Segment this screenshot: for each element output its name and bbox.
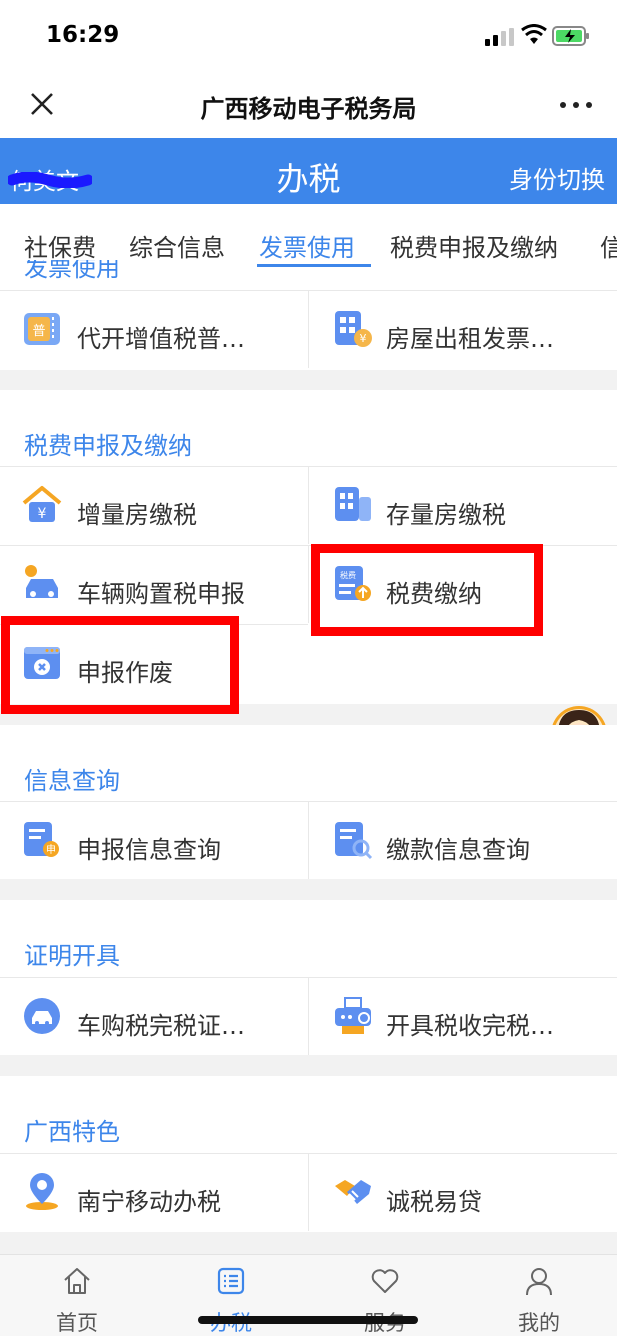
svg-text:普: 普: [32, 324, 45, 339]
section-certificate: 证明开具 车购税完税证… 开具税收完税…: [0, 900, 617, 1055]
existing-house-tax-icon: [335, 487, 371, 521]
home-indicator[interactable]: [198, 1316, 418, 1324]
service-item[interactable]: 存量房缴税: [308, 466, 617, 544]
tab-invoice-use[interactable]: 发票使用: [259, 228, 355, 263]
identity-switch-button[interactable]: 身份切换: [509, 160, 605, 195]
service-label: 增量房缴税: [77, 501, 197, 529]
section-title: 证明开具: [24, 942, 120, 970]
section-title: 信息查询: [24, 767, 120, 795]
highlight-box-declaration-void: [1, 616, 239, 714]
service-label: 房屋出租发票…: [386, 325, 554, 353]
section-guangxi: 广西特色 南宁移动办税 诚税易贷: [0, 1076, 617, 1232]
service-item[interactable]: 开具税收完税…: [308, 977, 617, 1055]
service-item[interactable]: 南宁移动办税: [0, 1153, 308, 1231]
declaration-query-icon: 申: [24, 822, 59, 857]
service-item[interactable]: 诚税易贷: [308, 1153, 617, 1231]
house-rental-invoice-icon: ¥: [335, 311, 372, 347]
nav-label: 首页: [56, 1311, 98, 1335]
invoice-ordinary-icon: 普: [24, 313, 60, 345]
status-time: 16:29: [46, 22, 120, 48]
service-item[interactable]: 缴款信息查询: [308, 801, 617, 879]
nav-service[interactable]: 服务: [325, 1265, 445, 1336]
tab-general-info[interactable]: 综合信息: [129, 228, 225, 263]
cellular-signal-icon: [485, 28, 515, 46]
svg-text:¥: ¥: [360, 332, 367, 345]
tax-certificate-icon: [335, 997, 371, 1034]
vehicle-purchase-tax-icon: [25, 565, 58, 598]
nav-label: 我的: [518, 1311, 560, 1335]
tab-social-insurance[interactable]: 社保费: [24, 228, 96, 263]
service-item[interactable]: ¥ 增量房缴税: [0, 466, 308, 544]
service-item[interactable]: 申 申报信息查询: [0, 801, 308, 879]
service-label: 诚税易贷: [386, 1188, 482, 1216]
nav-home[interactable]: 首页: [17, 1265, 137, 1336]
battery-charging-icon: [552, 26, 589, 46]
service-label: 缴款信息查询: [386, 836, 530, 864]
more-options-icon[interactable]: [560, 102, 592, 110]
service-item[interactable]: 普 代开增值税普…: [0, 290, 308, 368]
section-invoice: 普 代开增值税普… ¥ 房屋出租发票…: [0, 280, 617, 370]
heart-icon: [371, 1269, 399, 1293]
status-bar: 16:29: [0, 0, 617, 72]
service-item[interactable]: 车辆购置税申报: [0, 545, 308, 623]
service-label: 申报信息查询: [77, 836, 221, 864]
service-label: 开具税收完税…: [386, 1012, 554, 1040]
list-icon: [217, 1267, 245, 1295]
payment-query-icon: [335, 822, 373, 860]
svg-text:申: 申: [46, 843, 56, 856]
location-pin-icon: [26, 1173, 58, 1210]
vehicle-tax-certificate-icon: [24, 998, 60, 1034]
highlight-box-tax-payment: [311, 544, 543, 636]
new-house-tax-icon: ¥: [22, 486, 62, 522]
tab-declare-pay[interactable]: 税费申报及缴纳: [390, 228, 558, 263]
svg-text:¥: ¥: [38, 506, 47, 522]
nav-tax[interactable]: 办税: [171, 1265, 291, 1336]
section-title-invoice: 发票使用: [24, 260, 120, 280]
service-label: 南宁移动办税: [77, 1188, 221, 1216]
section-info-query: 信息查询 申 申报信息查询 缴款信息查询: [0, 725, 617, 879]
active-tab-indicator: [257, 264, 371, 267]
nav-mine[interactable]: 我的: [479, 1265, 599, 1336]
section-title: 广西特色: [24, 1118, 120, 1146]
section-title: 税费申报及缴纳: [24, 432, 192, 460]
service-label: 车购税完税证…: [77, 1012, 245, 1040]
home-icon: [64, 1268, 90, 1294]
title-bar: 广西移动电子税务局: [0, 72, 617, 138]
service-label: 代开增值税普…: [77, 325, 245, 353]
service-item[interactable]: ¥ 房屋出租发票…: [308, 290, 617, 368]
service-label: 存量房缴税: [386, 501, 506, 529]
service-label: 车辆购置税申报: [77, 580, 245, 608]
wifi-icon: [521, 24, 547, 44]
tab-info[interactable]: 信: [600, 228, 617, 263]
tax-header: 何美文 办税 身份切换: [0, 138, 617, 204]
service-item[interactable]: 车购税完税证…: [0, 977, 308, 1055]
page-title: 广西移动电子税务局: [200, 95, 417, 123]
person-icon: [526, 1268, 552, 1296]
handshake-icon: [335, 1180, 371, 1204]
